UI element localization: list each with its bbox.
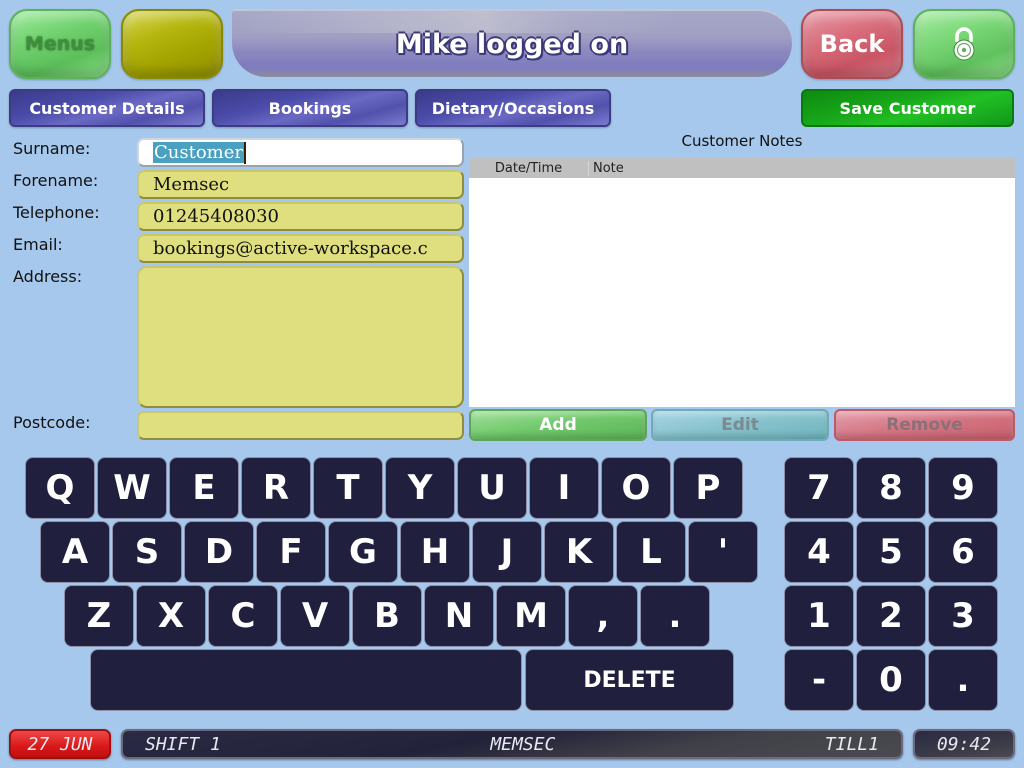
- email-label: Email:: [13, 235, 63, 254]
- surname-field[interactable]: Customer: [137, 138, 464, 167]
- customer-notes-table[interactable]: Date/Time Note: [469, 158, 1015, 407]
- surname-label: Surname:: [13, 139, 91, 158]
- numpad-key-minus[interactable]: -: [784, 649, 854, 711]
- key-v[interactable]: V: [280, 585, 350, 647]
- add-note-button[interactable]: Add: [469, 409, 647, 441]
- numpad-key-decimal-point[interactable]: .: [928, 649, 998, 711]
- tab-customer-details[interactable]: Customer Details: [9, 89, 205, 127]
- key-u[interactable]: U: [457, 457, 527, 519]
- page-title: Mike logged on: [395, 28, 629, 60]
- key-t[interactable]: T: [313, 457, 383, 519]
- key-q[interactable]: Q: [25, 457, 95, 519]
- tab-bookings[interactable]: Bookings: [212, 89, 408, 127]
- address-field[interactable]: [137, 266, 464, 408]
- numpad-key-7[interactable]: 7: [784, 457, 854, 519]
- menus-button[interactable]: Menus: [9, 9, 111, 79]
- numpad-key-8[interactable]: 8: [856, 457, 926, 519]
- status-bar: SHIFT 1 MEMSEC TILL1: [121, 729, 903, 759]
- key-g[interactable]: G: [328, 521, 398, 583]
- key-w[interactable]: W: [97, 457, 167, 519]
- numpad-key-6[interactable]: 6: [928, 521, 998, 583]
- key-e[interactable]: E: [169, 457, 239, 519]
- telephone-label: Telephone:: [13, 203, 100, 222]
- forename-field[interactable]: Memsec: [137, 170, 464, 199]
- text-caret: [244, 141, 246, 164]
- notes-table-header: Date/Time Note: [469, 158, 1015, 178]
- key-h[interactable]: H: [400, 521, 470, 583]
- column-header-datetime[interactable]: Date/Time: [469, 160, 589, 176]
- key-f[interactable]: F: [256, 521, 326, 583]
- save-customer-button[interactable]: Save Customer: [801, 89, 1014, 127]
- key-d[interactable]: D: [184, 521, 254, 583]
- key-j[interactable]: J: [472, 521, 542, 583]
- key-i[interactable]: I: [529, 457, 599, 519]
- address-label: Address:: [13, 267, 83, 286]
- numpad-key-4[interactable]: 4: [784, 521, 854, 583]
- numpad-key-9[interactable]: 9: [928, 457, 998, 519]
- surname-value: Customer: [153, 142, 244, 163]
- key-n[interactable]: N: [424, 585, 494, 647]
- key-c[interactable]: C: [208, 585, 278, 647]
- key-x[interactable]: X: [136, 585, 206, 647]
- key-y[interactable]: Y: [385, 457, 455, 519]
- padlock-icon: [953, 27, 975, 61]
- key-b[interactable]: B: [352, 585, 422, 647]
- forename-label: Forename:: [13, 171, 99, 190]
- postcode-field[interactable]: [137, 411, 464, 440]
- key-s[interactable]: S: [112, 521, 182, 583]
- key-p[interactable]: P: [673, 457, 743, 519]
- numpad-key-5[interactable]: 5: [856, 521, 926, 583]
- blank-function-button[interactable]: [121, 9, 223, 79]
- user-display: MEMSEC: [490, 733, 556, 755]
- key-apostrophe[interactable]: ': [688, 521, 758, 583]
- key-l[interactable]: L: [616, 521, 686, 583]
- key-k[interactable]: K: [544, 521, 614, 583]
- time-display: 09:42: [913, 729, 1015, 759]
- key-o[interactable]: O: [601, 457, 671, 519]
- shift-display: SHIFT 1: [145, 733, 221, 755]
- email-field[interactable]: bookings@active-workspace.c: [137, 234, 464, 263]
- key-m[interactable]: M: [496, 585, 566, 647]
- till-display: TILL1: [824, 733, 879, 755]
- tab-dietary-occasions[interactable]: Dietary/Occasions: [415, 89, 611, 127]
- edit-note-button[interactable]: Edit: [651, 409, 829, 441]
- customer-notes-title: Customer Notes: [681, 132, 803, 150]
- date-display: 27 JUN: [9, 729, 111, 759]
- key-z[interactable]: Z: [64, 585, 134, 647]
- numpad-key-3[interactable]: 3: [928, 585, 998, 647]
- back-button[interactable]: Back: [801, 9, 903, 79]
- delete-key[interactable]: DELETE: [525, 649, 734, 711]
- postcode-label: Postcode:: [13, 413, 91, 432]
- numpad-key-2[interactable]: 2: [856, 585, 926, 647]
- telephone-field[interactable]: 01245408030: [137, 202, 464, 231]
- numpad-key-1[interactable]: 1: [784, 585, 854, 647]
- key-r[interactable]: R: [241, 457, 311, 519]
- remove-note-button[interactable]: Remove: [834, 409, 1015, 441]
- key-a[interactable]: A: [40, 521, 110, 583]
- column-header-note[interactable]: Note: [589, 161, 624, 176]
- numpad-key-0[interactable]: 0: [856, 649, 926, 711]
- key-period[interactable]: .: [640, 585, 710, 647]
- key-comma[interactable]: ,: [568, 585, 638, 647]
- title-banner: Mike logged on: [232, 9, 792, 77]
- lock-button[interactable]: [913, 9, 1015, 79]
- space-key[interactable]: [90, 649, 522, 711]
